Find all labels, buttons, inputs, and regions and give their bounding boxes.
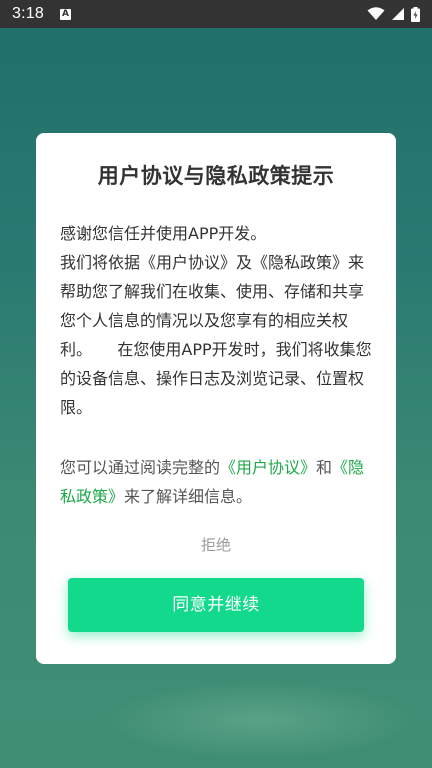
notice-prefix: 您可以通过阅读完整的 bbox=[60, 458, 221, 477]
agree-continue-button[interactable]: 同意并继续 bbox=[68, 578, 364, 632]
body-detail-text: 我们将依据《用户协议》及《隐私政策》来帮助您了解我们在收集、使用、存储和共享您个… bbox=[60, 253, 372, 417]
body-intro-text: 感谢您信任并使用APP开发。 bbox=[60, 224, 267, 243]
signal-icon bbox=[391, 7, 405, 21]
background-glow bbox=[100, 680, 420, 760]
status-time: 3:18 bbox=[12, 5, 44, 22]
status-bar: 3:18 A bbox=[0, 0, 432, 28]
status-icons bbox=[367, 6, 420, 22]
wifi-icon bbox=[367, 7, 385, 21]
dialog-title: 用户协议与隐私政策提示 bbox=[97, 164, 335, 188]
user-agreement-link[interactable]: 《用户协议》 bbox=[220, 458, 316, 477]
battery-icon bbox=[411, 6, 420, 22]
notice-and: 和 bbox=[316, 458, 333, 477]
notice-text: 您可以通过阅读完整的《用户协议》和《隐私政策》来了解详细信息。 bbox=[60, 453, 372, 511]
notice-suffix: 来了解详细信息。 bbox=[124, 487, 253, 506]
notification-a-icon: A bbox=[59, 8, 71, 20]
privacy-dialog: 用户协议与隐私政策提示 感谢您信任并使用APP开发。 我们将依据《用户协议》及《… bbox=[36, 133, 396, 664]
reject-button[interactable]: 拒绝 bbox=[166, 531, 266, 559]
dialog-body: 感谢您信任并使用APP开发。 我们将依据《用户协议》及《隐私政策》来帮助您了解我… bbox=[60, 219, 372, 422]
